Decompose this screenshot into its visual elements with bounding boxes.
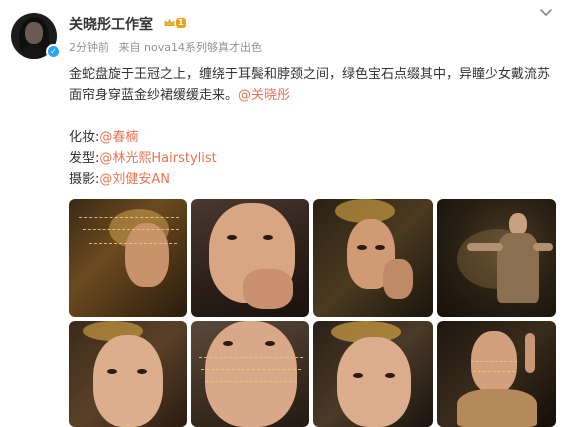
post-body: 金蛇盘旋于王冠之上，缠绕于耳鬓和脖颈之间，绿色宝石点缀其中，异瞳少女戴流苏面帘身… (69, 67, 551, 103)
author-name[interactable]: 关晓彤工作室 (69, 14, 153, 34)
photo-5[interactable] (69, 321, 187, 427)
credit-row: 摄影:@刘健安AN (69, 169, 217, 190)
photo-6[interactable] (191, 321, 309, 427)
credit-row: 发型:@林光熙Hairstylist (69, 148, 217, 169)
weibo-post: ✓ 关晓彤工作室 1 2分钟前 来自 nova14系列够真才出色 金蛇盘旋于王冠… (0, 0, 567, 427)
mention-link[interactable]: @关晓彤 (238, 88, 290, 103)
post-time[interactable]: 2分钟前 (69, 41, 109, 54)
credit-row: 化妆:@春楠 (69, 127, 217, 148)
credit-mention[interactable]: @春楠 (99, 130, 138, 145)
photo-3[interactable] (313, 199, 433, 317)
post-meta: 2分钟前 来自 nova14系列够真才出色 (69, 39, 268, 55)
photo-7[interactable] (313, 321, 433, 427)
crown-icon (164, 18, 175, 27)
photo-4[interactable] (437, 199, 556, 317)
credit-mention[interactable]: @刘健安AN (99, 172, 170, 187)
credit-label: 化妆: (69, 130, 100, 145)
credits: 化妆:@春楠 发型:@林光熙Hairstylist 摄影:@刘健安AN (69, 127, 217, 190)
photo-2[interactable] (191, 199, 309, 317)
photo-8[interactable] (437, 321, 556, 427)
credit-label: 发型: (69, 151, 100, 166)
chevron-down-icon[interactable] (538, 6, 554, 20)
photo-grid (69, 199, 556, 427)
credit-label: 摄影: (69, 172, 100, 187)
vip-level: 1 (176, 18, 186, 28)
vip-badge[interactable]: 1 (164, 16, 186, 30)
verified-badge-icon: ✓ (46, 44, 61, 59)
post-text: 金蛇盘旋于王冠之上，缠绕于耳鬓和脖颈之间，绿色宝石点缀其中，异瞳少女戴流苏面帘身… (69, 64, 559, 106)
credit-mention[interactable]: @林光熙Hairstylist (99, 151, 216, 166)
photo-1[interactable] (69, 199, 187, 317)
post-source[interactable]: 来自 nova14系列够真才出色 (119, 41, 262, 54)
